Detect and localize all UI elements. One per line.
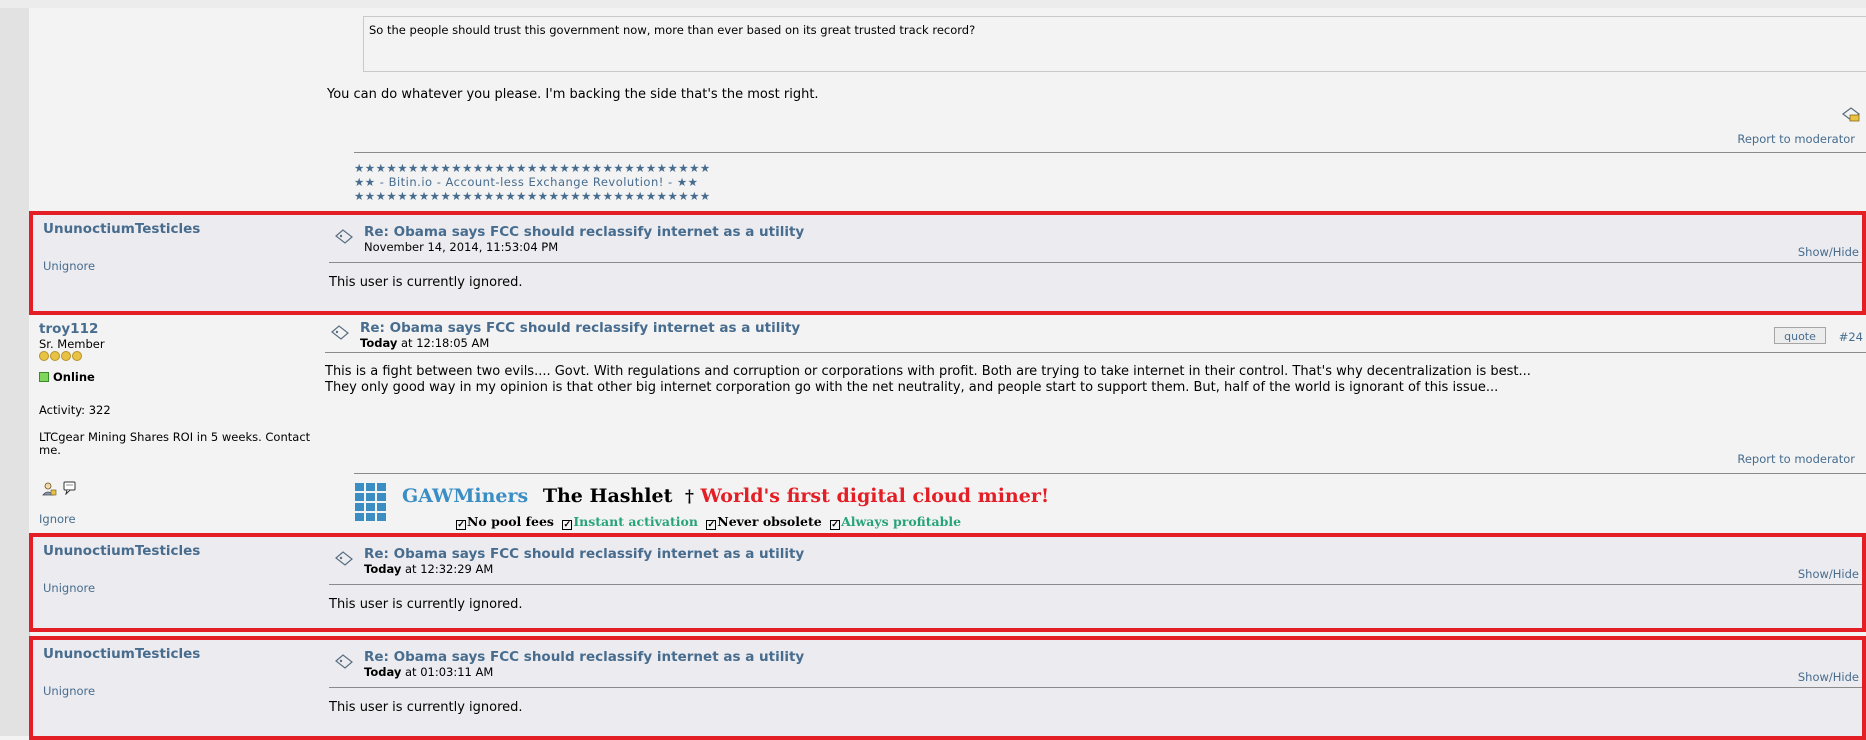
date-today: Today (360, 336, 398, 350)
author-name-link[interactable]: UnunoctiumTesticles (43, 646, 200, 662)
post-top-partial: So the people should trust this governme… (29, 8, 1866, 211)
post-topic-icon (335, 654, 353, 669)
ignored-post: UnunoctiumTesticles Unignore Re: Obama s… (29, 533, 1866, 632)
post-subject-link[interactable]: Re: Obama says FCC should reclassify int… (360, 320, 800, 336)
checkbox-icon: ✓ (456, 520, 466, 530)
date-time: at 01:03:11 AM (401, 665, 494, 679)
unignore-link[interactable]: Unignore (43, 581, 95, 595)
post-topic-icon (335, 229, 353, 244)
ignored-post: UnunoctiumTesticles Unignore Re: Obama s… (29, 211, 1866, 315)
signature-line-3: ★★★★★★★★★★★★★★★★★★★★★★★★★★★★★★★★★ (354, 189, 711, 203)
report-to-moderator-link[interactable]: Report to moderator (1737, 452, 1855, 466)
ignored-post: UnunoctiumTesticles Unignore Re: Obama s… (29, 636, 1866, 740)
custom-title-line-1: LTCgear Mining Shares ROI in 5 weeks. Co… (39, 430, 311, 444)
post-troy112: troy112 Sr. Member Online Activity: 322 … (29, 315, 1866, 533)
author-name-link[interactable]: UnunoctiumTesticles (43, 543, 200, 559)
view-profile-icon[interactable] (42, 481, 57, 496)
ignored-notice: This user is currently ignored. (329, 700, 523, 715)
date-today: Today (364, 562, 402, 576)
signature-line-2[interactable]: ★★ - Bitin.io - Account-less Exchange Re… (354, 175, 698, 189)
gaw-feature: Instant activation (573, 514, 698, 529)
show-hide-link[interactable]: Show/Hide (1798, 245, 1859, 259)
gaw-brand: GAWMiners (402, 485, 529, 507)
post-separator (329, 262, 1862, 263)
star-icon (50, 351, 60, 361)
signature-separator (354, 152, 1866, 153)
signature-separator (354, 473, 1866, 474)
gawminers-logo-icon[interactable] (355, 483, 386, 521)
star-icon (61, 351, 71, 361)
show-hide-link[interactable]: Show/Hide (1798, 567, 1859, 581)
quote-button[interactable]: quote (1774, 327, 1826, 344)
report-to-moderator-link[interactable]: Report to moderator (1737, 132, 1855, 146)
show-hide-link[interactable]: Show/Hide (1798, 670, 1859, 684)
ignored-notice: This user is currently ignored. (329, 597, 523, 612)
post-subject-link[interactable]: Re: Obama says FCC should reclassify int… (364, 649, 804, 665)
reply-icon[interactable] (1841, 106, 1861, 124)
rank-stars (39, 351, 82, 361)
post-subject-link[interactable]: Re: Obama says FCC should reclassify int… (364, 224, 804, 240)
date-time: at 12:32:29 AM (401, 562, 494, 576)
activity-count: Activity: 322 (39, 403, 111, 417)
date-today: Today (364, 665, 402, 679)
online-label: Online (53, 370, 95, 384)
left-gutter (0, 8, 30, 736)
quote-text: So the people should trust this governme… (369, 23, 976, 37)
gaw-slogan: World's first digital cloud miner! (700, 485, 1050, 507)
post-separator (329, 687, 1862, 688)
star-icon (72, 351, 82, 361)
unignore-link[interactable]: Unignore (43, 259, 95, 273)
ignored-notice: This user is currently ignored. (329, 275, 523, 290)
gaw-feature: Never obsolete (717, 514, 822, 529)
author-name-link[interactable]: UnunoctiumTesticles (43, 221, 200, 237)
online-status: Online (39, 370, 95, 384)
checkbox-icon: ✓ (706, 520, 717, 530)
checkbox-icon: ✓ (562, 520, 573, 530)
personal-message-icon[interactable] (62, 480, 77, 495)
post-topic-icon (335, 551, 353, 566)
post-date: Today at 01:03:11 AM (364, 665, 493, 679)
star-icon (39, 351, 49, 361)
date-time: at 12:18:05 AM (397, 336, 490, 350)
gaw-features: ✓ No pool fees ✓ Instant activation ✓ Never… (456, 514, 961, 530)
gaw-product: The Hashlet (542, 485, 673, 507)
gawminers-banner[interactable]: GAWMiners The Hashlet † World's first di… (402, 485, 1049, 507)
gaw-feature: No pool fees (467, 514, 554, 529)
post-number-link[interactable]: #24 (1839, 330, 1863, 344)
post-body-line-2: They only good way in my opinion is that… (325, 380, 1499, 395)
post-separator (329, 584, 1862, 585)
post-topic-icon (331, 325, 349, 340)
post-date: November 14, 2014, 11:53:04 PM (364, 240, 559, 254)
post-body: You can do whatever you please. I'm back… (327, 87, 819, 102)
member-rank: Sr. Member (39, 337, 105, 351)
unignore-link[interactable]: Unignore (43, 684, 95, 698)
ignore-link[interactable]: Ignore (39, 512, 76, 526)
gaw-dagger: † (684, 487, 694, 507)
author-name-link[interactable]: troy112 (39, 321, 98, 337)
checkbox-icon: ✓ (830, 520, 841, 530)
quote-box: So the people should trust this governme… (363, 16, 1866, 72)
custom-title-line-2: me. (39, 443, 61, 457)
post-date: Today at 12:18:05 AM (360, 336, 489, 350)
gaw-feature: Always profitable (841, 514, 962, 529)
post-subject-link[interactable]: Re: Obama says FCC should reclassify int… (364, 546, 804, 562)
post-body-line-1: This is a fight between two evils.... Go… (325, 364, 1531, 379)
signature-line-1: ★★★★★★★★★★★★★★★★★★★★★★★★★★★★★★★★★ (354, 161, 711, 175)
post-date: Today at 12:32:29 AM (364, 562, 493, 576)
online-indicator-icon (39, 372, 49, 382)
post-separator (325, 352, 1866, 353)
